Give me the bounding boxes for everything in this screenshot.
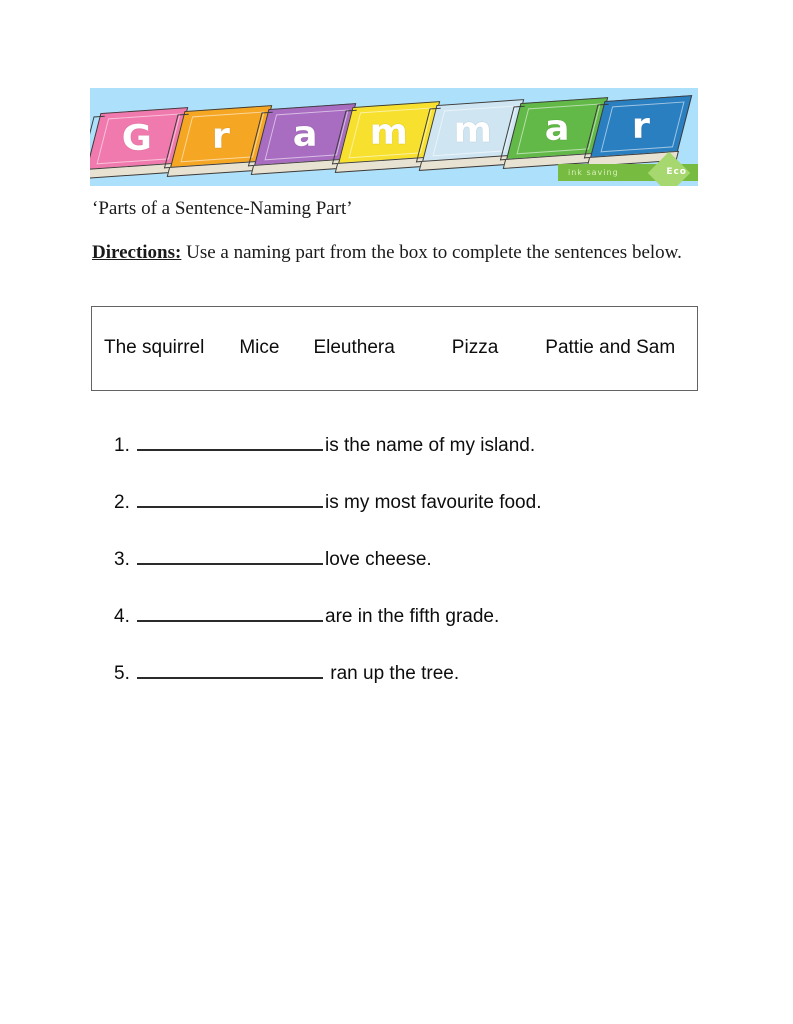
question-number: 1. — [114, 435, 130, 456]
word-bank-item: Mice — [239, 337, 280, 358]
question-text: is my most favourite food. — [325, 492, 542, 513]
question-item: 1. is the name of my island. — [114, 434, 714, 491]
directions-paragraph: Directions: Use a naming part from the b… — [92, 238, 692, 267]
word-bank-item: Eleuthera — [313, 337, 395, 358]
answer-blank[interactable] — [137, 662, 323, 679]
book-pages — [166, 160, 260, 177]
question-item: 5. ran up the tree. — [114, 662, 714, 719]
book-pages — [250, 158, 344, 175]
banner-letter: m — [369, 112, 409, 153]
grammar-banner: G r a m m a r ink saving Eco — [90, 88, 698, 186]
directions-label: Directions: — [92, 242, 182, 263]
answer-blank[interactable] — [137, 605, 323, 622]
word-bank-box: The squirrel Mice Eleuthera Pizza Pattie… — [91, 306, 698, 391]
question-item: 3. love cheese. — [114, 548, 714, 605]
notebook-letter-6: r — [583, 95, 693, 167]
answer-blank[interactable] — [137, 491, 323, 508]
book-pages — [418, 154, 512, 171]
word-bank-list: The squirrel Mice Eleuthera Pizza Pattie… — [104, 337, 689, 359]
eco-badge: ink saving Eco — [558, 151, 698, 186]
word-bank-item: Pizza — [451, 337, 499, 358]
question-number: 3. — [114, 549, 130, 570]
question-number: 4. — [114, 606, 130, 627]
book-pages — [334, 156, 428, 173]
question-text: ran up the tree. — [325, 663, 460, 684]
page-title: ‘Parts of a Sentence-Naming Part’ — [92, 198, 353, 219]
answer-blank[interactable] — [137, 548, 323, 565]
banner-letter: r — [211, 116, 231, 157]
directions-text: Use a naming part from the box to comple… — [181, 242, 682, 263]
answer-blank[interactable] — [137, 434, 323, 451]
book-pages — [90, 162, 176, 179]
banner-letter: a — [544, 108, 570, 149]
eco-badge-text: ink saving — [568, 168, 619, 177]
notebook-stack: G r a m m a r — [90, 94, 698, 179]
banner-letter: m — [453, 110, 493, 151]
question-item: 2. is my most favourite food. — [114, 491, 714, 548]
word-bank-item: The squirrel — [104, 337, 205, 358]
question-list: 1. is the name of my island. 2. is my mo… — [114, 434, 714, 719]
word-bank-item: Pattie and Sam — [545, 337, 676, 358]
banner-letter: a — [292, 114, 318, 155]
question-number: 2. — [114, 492, 130, 513]
question-number: 5. — [114, 663, 130, 684]
question-text: love cheese. — [325, 549, 432, 570]
question-text: is the name of my island. — [325, 435, 536, 456]
banner-letter: r — [631, 106, 651, 147]
eco-badge-word: Eco — [666, 167, 687, 177]
banner-letter: G — [121, 118, 153, 159]
question-text: are in the fifth grade. — [325, 606, 500, 627]
question-item: 4. are in the fifth grade. — [114, 605, 714, 662]
